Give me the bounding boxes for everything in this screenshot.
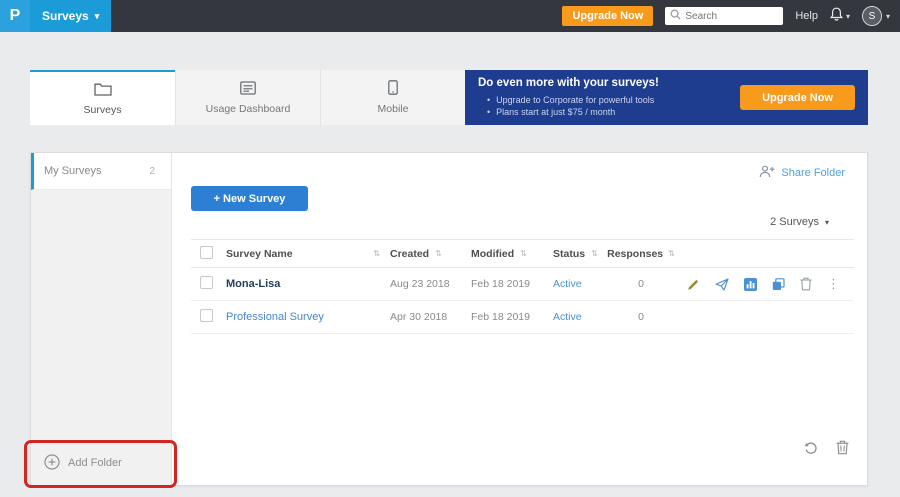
send-icon[interactable] bbox=[715, 278, 729, 291]
tab-label: Usage Dashboard bbox=[206, 103, 291, 115]
search-input[interactable] bbox=[685, 11, 775, 22]
app-logo-letter: P bbox=[10, 7, 21, 25]
bell-icon bbox=[830, 7, 843, 26]
sort-icon[interactable]: ⇅ bbox=[668, 249, 675, 258]
column-header-name[interactable]: Survey Name ⇅ bbox=[226, 248, 390, 260]
edit-icon[interactable] bbox=[687, 278, 700, 291]
column-header-label: Responses bbox=[607, 248, 663, 260]
tab-surveys[interactable]: Surveys bbox=[30, 70, 175, 125]
tab-label: Surveys bbox=[84, 104, 122, 116]
bullet-icon: • bbox=[487, 106, 490, 118]
row-checkbox[interactable] bbox=[200, 309, 213, 322]
topbar: P Surveys ▾ Upgrade Now Help ▾ S ▾ bbox=[0, 0, 900, 32]
upgrade-now-button[interactable]: Upgrade Now bbox=[562, 6, 653, 26]
promo-bullets: • Upgrade to Corporate for powerful tool… bbox=[487, 94, 654, 118]
new-survey-button[interactable]: + New Survey bbox=[191, 186, 308, 211]
select-all-checkbox[interactable] bbox=[200, 246, 213, 259]
duplicate-icon[interactable] bbox=[772, 278, 785, 291]
column-header-created[interactable]: Created ⇅ bbox=[390, 248, 471, 260]
surveys-table: Survey Name ⇅ Created ⇅ Modified ⇅ Statu… bbox=[191, 239, 854, 334]
table-row: Mona-Lisa Aug 23 2018 Feb 18 2019 Active… bbox=[191, 268, 854, 301]
column-header-label: Survey Name bbox=[226, 248, 293, 260]
sort-icon[interactable]: ⇅ bbox=[373, 249, 380, 258]
add-folder-button[interactable]: Add Folder bbox=[31, 441, 171, 485]
sidebar-item-my-surveys[interactable]: My Surveys 2 bbox=[31, 153, 171, 190]
avatar: S bbox=[862, 6, 882, 26]
column-header-modified[interactable]: Modified ⇅ bbox=[471, 248, 553, 260]
person-plus-icon bbox=[759, 165, 775, 181]
survey-name-link[interactable]: Mona-Lisa bbox=[226, 278, 280, 290]
surveys-panel: My Surveys 2 Add Folder Share Folder + N… bbox=[30, 152, 868, 486]
stats-icon[interactable] bbox=[744, 278, 757, 291]
column-header-label: Modified bbox=[471, 248, 514, 260]
app-logo[interactable]: P bbox=[0, 0, 30, 32]
tab-label: Mobile bbox=[378, 103, 409, 115]
bullet-icon: • bbox=[487, 94, 490, 106]
chevron-down-icon: ▾ bbox=[95, 11, 100, 22]
mobile-icon bbox=[388, 80, 398, 98]
survey-name-link[interactable]: Professional Survey bbox=[226, 311, 324, 323]
folders-sidebar: My Surveys 2 Add Folder bbox=[31, 153, 172, 485]
promo-banner: Do even more with your surveys! • Upgrad… bbox=[465, 70, 868, 125]
add-folder-label: Add Folder bbox=[68, 457, 122, 469]
folder-icon bbox=[94, 82, 112, 99]
sort-icon[interactable]: ⇅ bbox=[435, 249, 442, 258]
survey-count-label: 2 Surveys bbox=[770, 216, 819, 228]
row-checkbox[interactable] bbox=[200, 276, 213, 289]
share-folder-label: Share Folder bbox=[781, 167, 845, 179]
search-box[interactable] bbox=[665, 7, 783, 25]
share-folder-link[interactable]: Share Folder bbox=[759, 165, 845, 181]
responses-count: 0 bbox=[638, 311, 644, 323]
tab-usage-dashboard[interactable]: Usage Dashboard bbox=[175, 70, 320, 125]
delete-icon[interactable] bbox=[800, 277, 812, 291]
tab-mobile[interactable]: Mobile bbox=[320, 70, 465, 125]
help-link[interactable]: Help bbox=[795, 10, 818, 22]
sort-icon[interactable]: ⇅ bbox=[520, 249, 527, 258]
created-date: Aug 23 2018 bbox=[390, 278, 450, 290]
more-options-icon[interactable]: ⋮ bbox=[827, 278, 840, 291]
chevron-down-icon: ▾ bbox=[846, 12, 850, 21]
responses-count: 0 bbox=[638, 278, 644, 290]
table-row: Professional Survey Apr 30 2018 Feb 18 2… bbox=[191, 301, 854, 334]
modified-date: Feb 18 2019 bbox=[471, 278, 530, 290]
folder-count: 2 bbox=[149, 166, 155, 177]
modified-date: Feb 18 2019 bbox=[471, 311, 530, 323]
circle-plus-icon bbox=[44, 454, 60, 473]
product-menu-label: Surveys bbox=[42, 9, 89, 23]
search-icon bbox=[670, 7, 681, 25]
notifications-menu[interactable]: ▾ bbox=[830, 7, 850, 26]
trash-icon[interactable] bbox=[836, 440, 849, 455]
product-menu[interactable]: Surveys ▾ bbox=[30, 0, 111, 32]
column-header-status[interactable]: Status ⇅ bbox=[553, 248, 601, 260]
promo-bullet: • Plans start at just $75 / month bbox=[487, 106, 654, 118]
folder-label: My Surveys bbox=[44, 165, 101, 177]
topbar-right: Upgrade Now Help ▾ S ▾ bbox=[562, 0, 900, 32]
promo-bullet-text: Plans start at just $75 / month bbox=[496, 106, 615, 118]
sort-icon[interactable]: ⇅ bbox=[591, 249, 598, 258]
panel-bottom-actions bbox=[804, 440, 849, 455]
dashboard-icon bbox=[240, 81, 256, 98]
column-header-label: Created bbox=[390, 248, 429, 260]
table-header-row: Survey Name ⇅ Created ⇅ Modified ⇅ Statu… bbox=[191, 239, 854, 268]
promo-title: Do even more with your surveys! bbox=[478, 77, 659, 89]
status-badge: Active bbox=[553, 278, 582, 290]
restore-icon[interactable] bbox=[804, 440, 818, 455]
row-select-cell bbox=[191, 309, 226, 325]
status-badge: Active bbox=[553, 311, 582, 323]
promo-bullet-text: Upgrade to Corporate for powerful tools bbox=[496, 94, 654, 106]
column-header-responses[interactable]: Responses ⇅ bbox=[601, 248, 681, 260]
created-date: Apr 30 2018 bbox=[390, 311, 447, 323]
row-actions: ⋮ bbox=[681, 277, 854, 291]
upgrade-now-banner-button[interactable]: Upgrade Now bbox=[740, 85, 855, 110]
select-all-cell bbox=[191, 246, 226, 262]
tab-strip: Surveys Usage Dashboard Mobile bbox=[30, 70, 465, 125]
column-header-label: Status bbox=[553, 248, 585, 260]
row-select-cell bbox=[191, 276, 226, 292]
chevron-down-icon: ▾ bbox=[886, 12, 890, 21]
promo-bullet: • Upgrade to Corporate for powerful tool… bbox=[487, 94, 654, 106]
account-menu[interactable]: S ▾ bbox=[862, 6, 890, 26]
chevron-down-icon: ▾ bbox=[825, 218, 829, 227]
survey-count-dropdown[interactable]: 2 Surveys ▾ bbox=[770, 216, 829, 228]
